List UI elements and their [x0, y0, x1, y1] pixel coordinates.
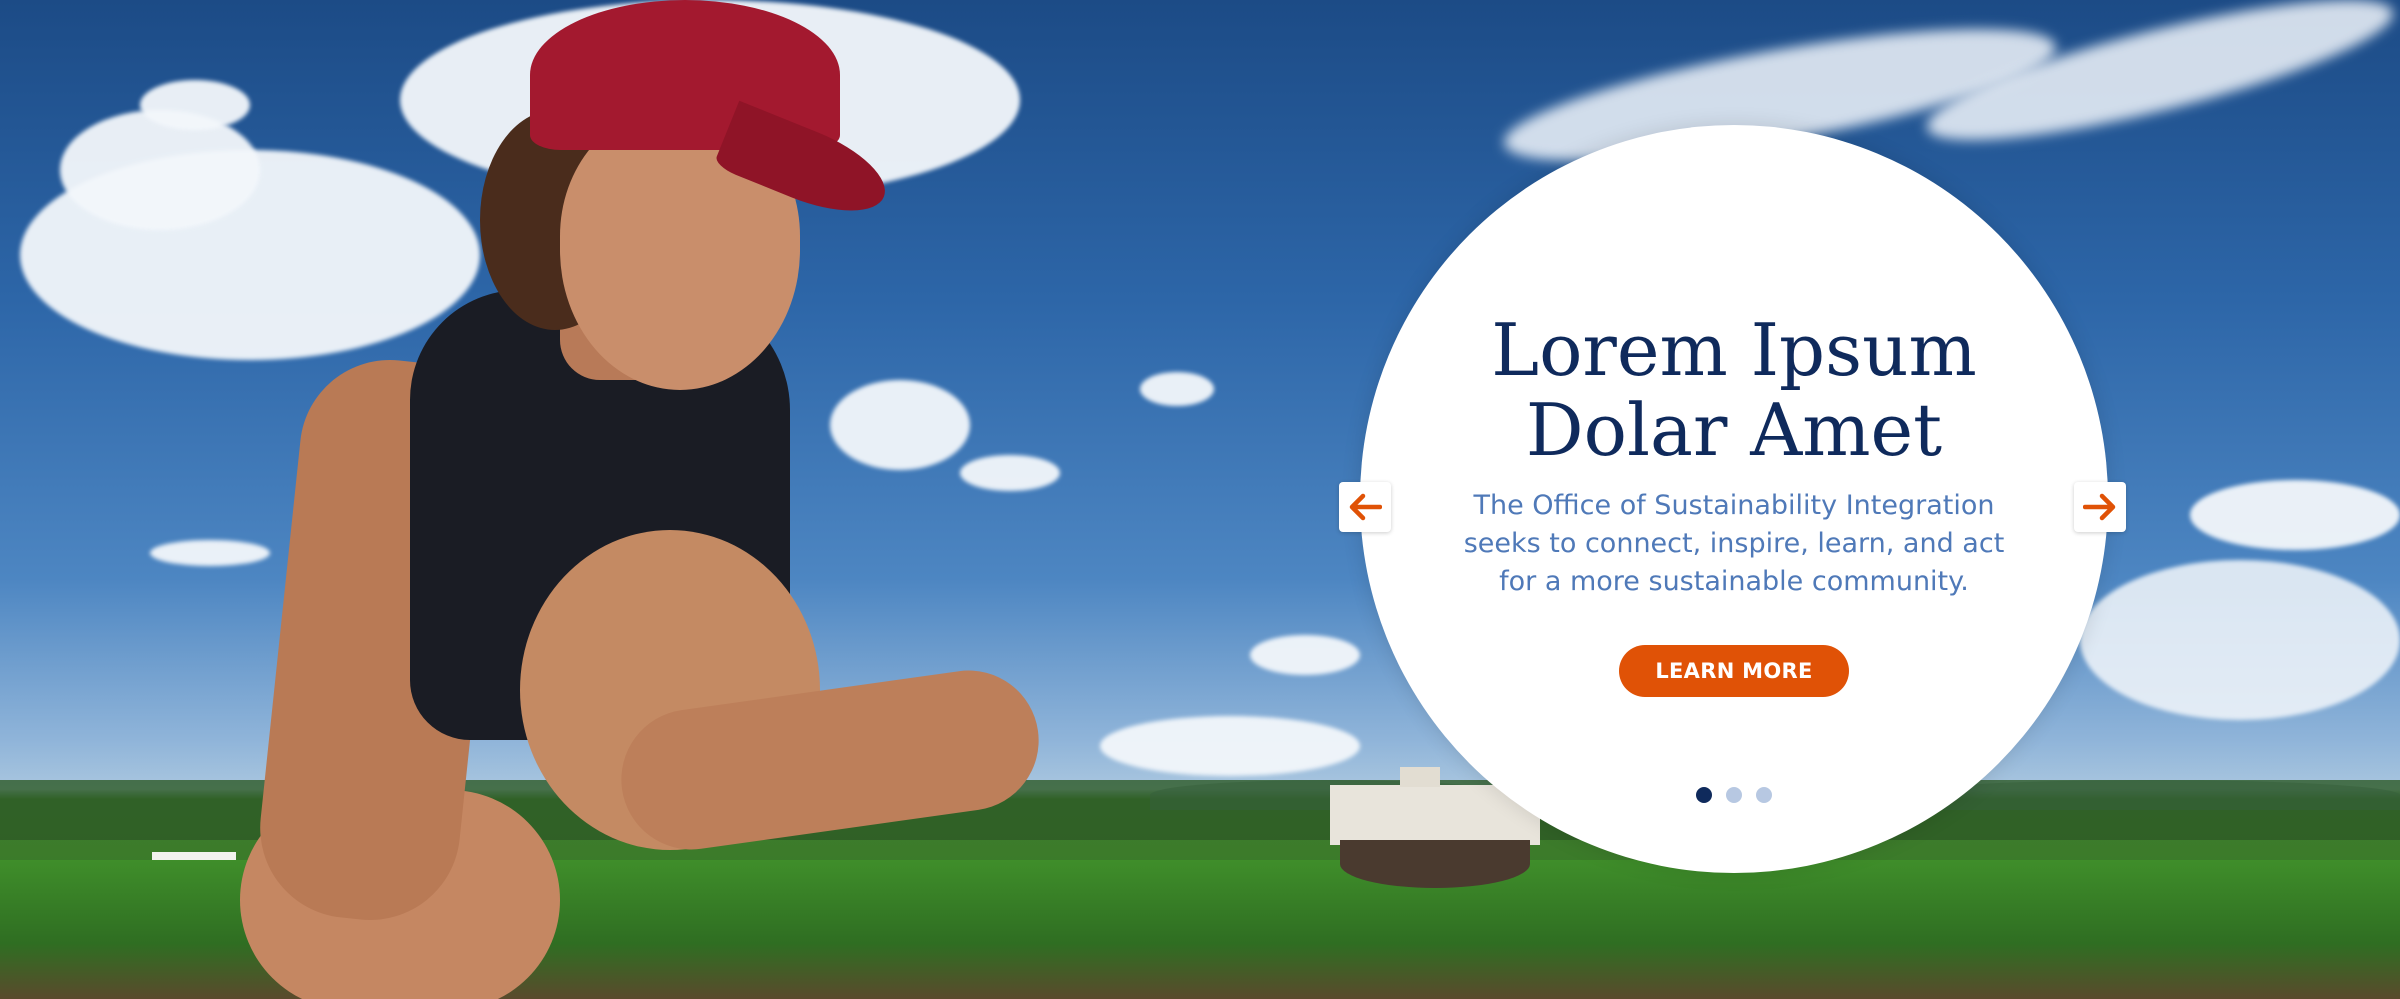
cloud [2080, 560, 2400, 720]
cloud [1250, 635, 1360, 675]
carousel-next-button[interactable] [2074, 482, 2126, 532]
cloud-streak [1917, 0, 2400, 167]
cloud [2190, 480, 2400, 550]
carousel-pagination [1360, 787, 2108, 803]
arrow-left-icon [1349, 493, 1382, 521]
cloud [1100, 716, 1360, 776]
arrow-right-icon [2083, 493, 2116, 521]
wheelbarrow [1340, 840, 1530, 888]
hero-circle-card: Lorem Ipsum Dolar Amet The Office of Sus… [1360, 125, 2108, 873]
carousel-dot-3[interactable] [1756, 787, 1772, 803]
hero-description: The Office of Sustainability Integration… [1463, 490, 2005, 597]
carousel-prev-button[interactable] [1339, 482, 1391, 532]
carousel-dot-2[interactable] [1726, 787, 1742, 803]
carousel-dot-1[interactable] [1696, 787, 1712, 803]
hero-title: Lorem Ipsum Dolar Amet [1360, 310, 2108, 470]
learn-more-button[interactable]: LEARN MORE [1619, 645, 1849, 697]
hero-title-line1: Lorem Ipsum [1491, 308, 1977, 392]
farmer-person [0, 0, 1100, 999]
cloud [1140, 372, 1214, 406]
hero-title-line2: Dolar Amet [1525, 388, 1943, 472]
